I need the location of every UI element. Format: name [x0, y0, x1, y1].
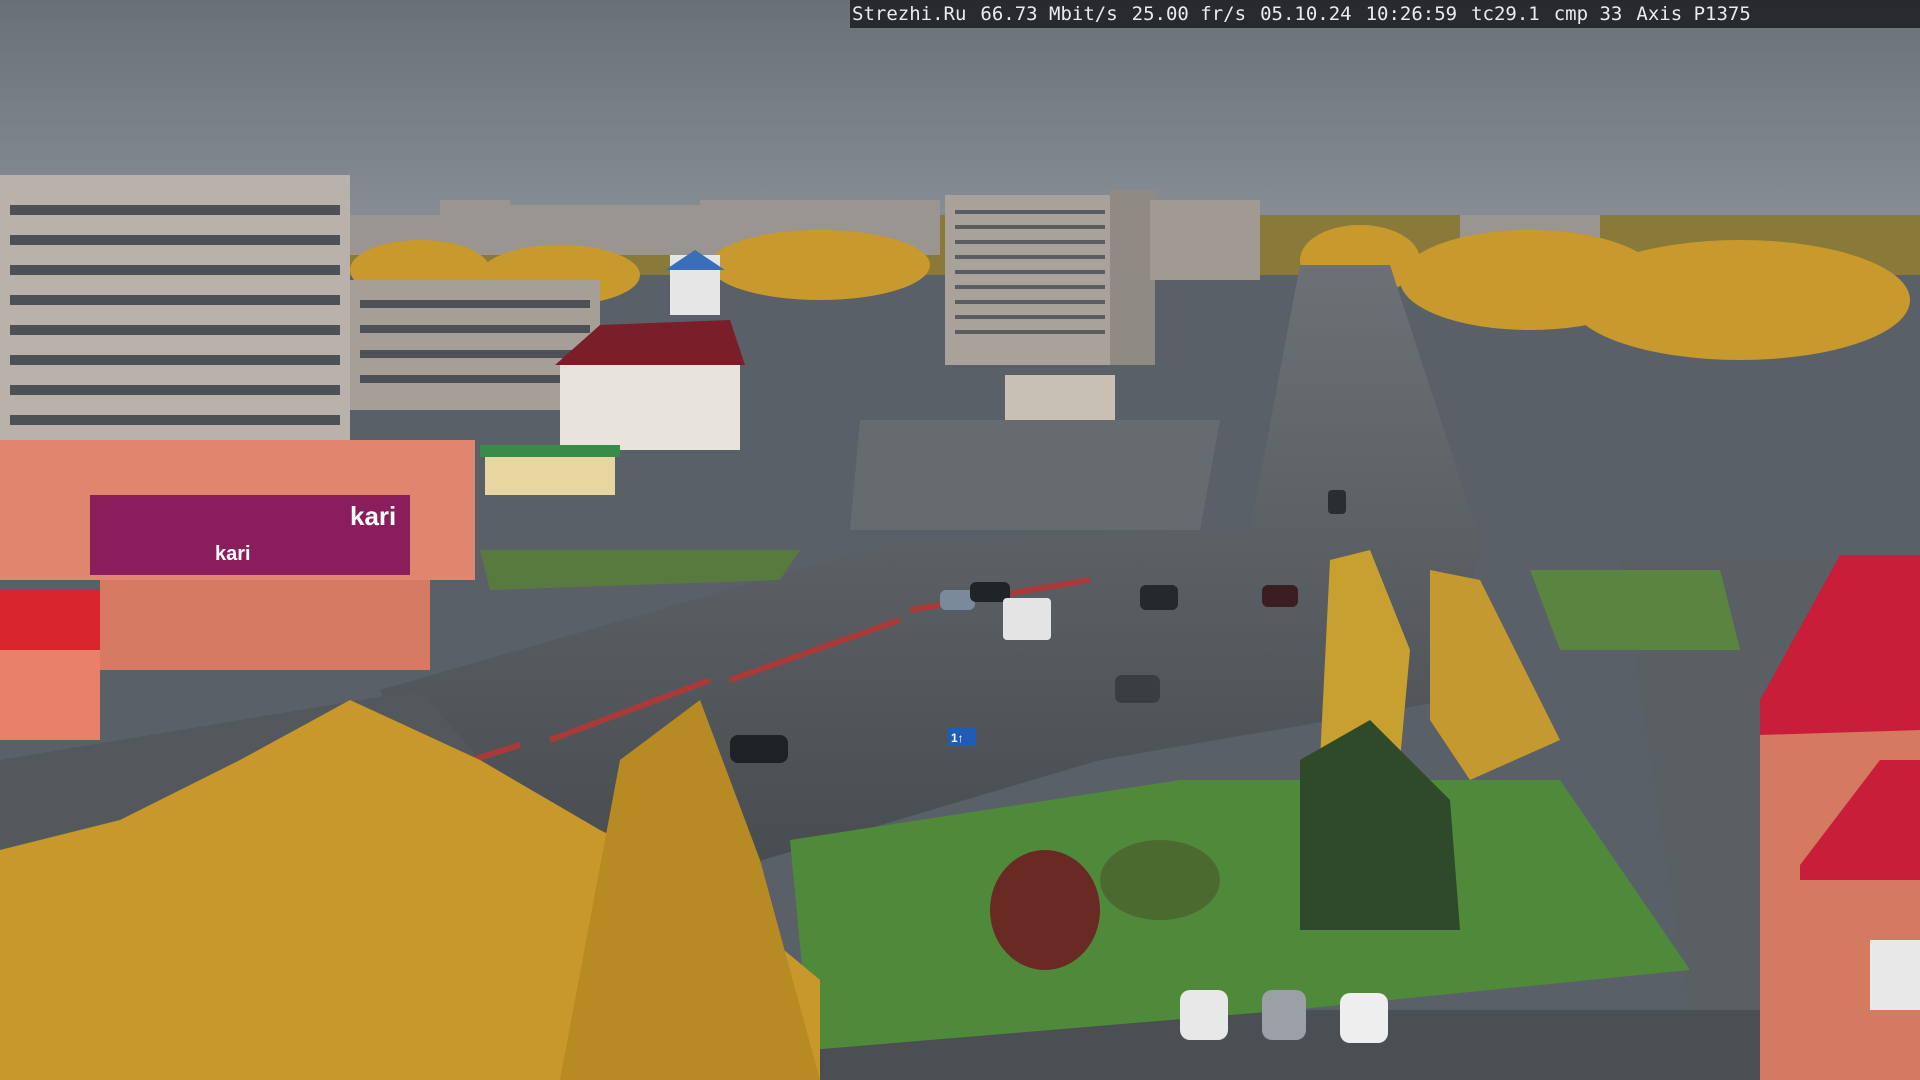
overlay-site: Strezhi.Ru: [852, 3, 967, 25]
central-tower: [945, 190, 1260, 365]
camera-info-overlay: Strezhi.Ru 66.73 Mbit/s 25.00 fr/s 05.10.24…: [850, 0, 1920, 28]
grass-right: [1530, 570, 1740, 650]
kari-sign-lower: kari: [215, 543, 251, 565]
overlay-tc: tc29.1: [1471, 3, 1540, 25]
low-building: [1005, 375, 1115, 420]
overlay-camera-model: Axis P1375: [1636, 3, 1751, 25]
lane-sign-label: 1↑: [951, 731, 964, 745]
green-kiosk-roof: [480, 445, 620, 457]
overlay-bitrate: 66.73 Mbit/s: [980, 3, 1118, 25]
overlay-time: 10:26:59: [1365, 3, 1458, 25]
overlay-cmp: cmp 33: [1553, 3, 1623, 25]
plaza: [850, 420, 1220, 530]
kari-sign-main: kari: [350, 501, 396, 531]
overlay-date: 05.10.24: [1260, 3, 1352, 25]
webcam-scene: kari kari 1↑: [0, 0, 1920, 1080]
overlay-framerate: 25.00 fr/s: [1131, 3, 1247, 25]
grass-centre: [790, 780, 1690, 1050]
